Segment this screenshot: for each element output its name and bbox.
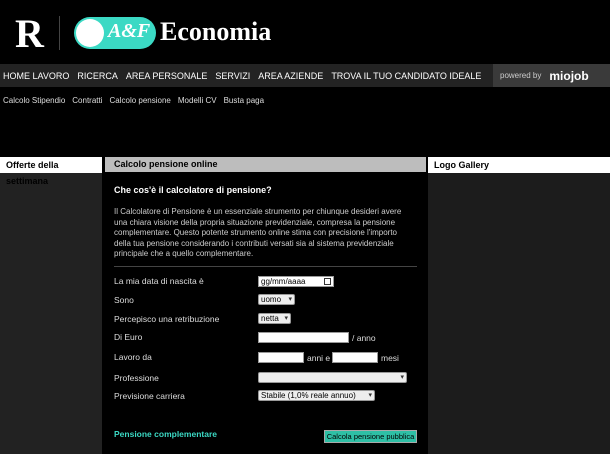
birth-date-placeholder: gg/mm/aaaa: [261, 277, 306, 286]
months-input[interactable]: [332, 352, 378, 363]
subnav-calcolo-stipendio[interactable]: Calcolo Stipendio: [3, 96, 65, 105]
repubblica-logo[interactable]: R: [15, 12, 44, 56]
nav-home-lavoro[interactable]: Home lavoro: [3, 71, 69, 81]
calculate-pension-button[interactable]: Calcola pensione pubblica: [324, 430, 417, 443]
subnav-contratti[interactable]: Contratti: [72, 96, 102, 105]
logo-gallery-sidebar: Logo Gallery: [428, 157, 610, 454]
chevron-down-icon: ▾: [288, 296, 292, 303]
salary-type-value: netta: [261, 314, 279, 323]
af-logo-knob: [76, 19, 104, 47]
logo-divider: [59, 16, 60, 50]
sub-nav: Calcolo Stipendio Contratti Calcolo pens…: [3, 90, 264, 110]
career-select-value: Stabile (1,0% reale annuo): [261, 391, 356, 400]
sex-select-value: uomo: [261, 295, 282, 304]
calendar-icon[interactable]: [324, 278, 331, 285]
years-input[interactable]: [258, 352, 304, 363]
chevron-down-icon: ▾: [400, 374, 404, 381]
miojob-logo: miojob: [549, 68, 589, 83]
chevron-down-icon: ▾: [284, 315, 288, 322]
powered-by-label: powered by: [500, 71, 542, 80]
birth-date-label: La mia data di nascita è: [114, 276, 204, 286]
subnav-calcolo-pensione[interactable]: Calcolo pensione: [110, 96, 171, 105]
calculator-question: Che cos'è il calcolatore di pensione?: [114, 185, 272, 195]
euro-input[interactable]: [258, 332, 349, 343]
af-logo-text: A&F: [108, 20, 151, 42]
powered-by-box[interactable]: powered by miojob: [493, 64, 610, 87]
economia-title[interactable]: Economia: [160, 17, 271, 47]
salary-type-select[interactable]: netta ▾: [258, 313, 291, 324]
nav-servizi[interactable]: Servizi: [215, 71, 250, 81]
calculator-title: Calcolo pensione online: [105, 157, 426, 172]
birth-date-input[interactable]: gg/mm/aaaa: [258, 276, 334, 287]
nav-area-personale[interactable]: Area personale: [126, 71, 208, 81]
af-logo-pill[interactable]: A&F: [74, 17, 156, 49]
nav-trova-candidato[interactable]: Trova il tuo candidato ideale: [331, 71, 481, 81]
sex-label: Sono: [114, 295, 134, 305]
nav-area-aziende[interactable]: Area aziende: [258, 71, 323, 81]
logo-gallery-title: Logo Gallery: [428, 157, 610, 173]
subnav-modelli-cv[interactable]: Modelli CV: [178, 96, 217, 105]
nav-ricerca[interactable]: Ricerca: [77, 71, 118, 81]
euro-suffix: / anno: [352, 333, 376, 343]
profession-select[interactable]: ▾: [258, 372, 407, 383]
pension-calculator: Calcolo pensione online Che cos'è il cal…: [105, 157, 426, 454]
years-label: anni e: [307, 353, 331, 363]
calculator-intro: Il Calcolatore di Pensione è un essenzia…: [114, 207, 402, 258]
subnav-busta-paga[interactable]: Busta paga: [224, 96, 264, 105]
euro-label: Di Euro: [114, 332, 143, 342]
form-divider: [114, 266, 417, 267]
main-nav: Home lavoro Ricerca Area personale Servi…: [0, 64, 610, 87]
career-label: Previsione carriera: [114, 391, 185, 401]
months-label: mesi: [381, 353, 399, 363]
career-select[interactable]: Stabile (1,0% reale annuo) ▾: [258, 390, 375, 401]
offers-sidebar: Offerte della settimana: [0, 157, 102, 454]
sex-select[interactable]: uomo ▾: [258, 294, 295, 305]
chevron-down-icon: ▾: [368, 392, 372, 399]
nav-items: Home lavoro Ricerca Area personale Servi…: [3, 64, 481, 87]
offers-title: Offerte della settimana: [0, 157, 102, 186]
site-header: R A&F Economia: [0, 0, 610, 64]
complementary-pension-link[interactable]: Pensione complementare: [114, 429, 217, 439]
salary-type-label: Percepisco una retribuzione: [114, 314, 220, 324]
profession-label: Professione: [114, 373, 159, 383]
work-label: Lavoro da: [114, 352, 152, 362]
